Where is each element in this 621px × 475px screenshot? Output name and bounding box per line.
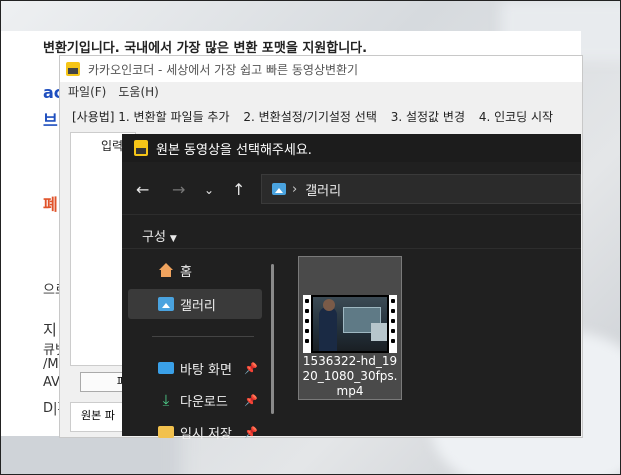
webpage-fragment: /M bbox=[43, 357, 59, 372]
input-column-header: 입력 bbox=[101, 139, 124, 153]
file-item[interactable]: 1536322-hd_19 20_1080_30fps. mp4 bbox=[298, 256, 402, 400]
up-arrow-icon[interactable]: ↑ bbox=[232, 180, 245, 199]
caret-down-icon: ▼ bbox=[169, 234, 177, 244]
home-icon bbox=[158, 263, 174, 277]
dialog-navigation-bar: ← → ⌄ ↑ › 갤러리 bbox=[122, 162, 581, 214]
menu-help[interactable]: 도움(H) bbox=[118, 83, 158, 100]
nav-item-downloads[interactable]: ⤓ 다운로드 📌 bbox=[128, 385, 262, 415]
webpage-fragment: 브 bbox=[43, 111, 58, 130]
dialog-title: 원본 동영상을 선택해주세요. bbox=[156, 142, 312, 158]
open-file-dialog: 원본 동영상을 선택해주세요. ← → ⌄ ↑ › 갤러리 구성 ▼ 홈 갤러리… bbox=[122, 134, 581, 442]
video-thumbnail bbox=[303, 295, 397, 353]
pin-icon: 📌 bbox=[244, 425, 258, 439]
app-titlebar: 카카오인코더 - 세상에서 가장 쉽고 빠른 동영상변환기 bbox=[60, 56, 582, 82]
webpage-fragment: 지 bbox=[43, 321, 57, 339]
usage-step-3: 3. 설정값 변경 bbox=[390, 110, 465, 124]
nav-item-gallery[interactable]: 갤러리 bbox=[128, 289, 262, 319]
organize-label: 구성 bbox=[142, 230, 166, 245]
folder-icon bbox=[158, 426, 174, 438]
screenshot-frame: 변환기입니다. 국내에서 가장 많은 변환 포맷을 지원합니다. ac 브 폐 … bbox=[0, 0, 621, 475]
nav-item-label: 바탕 화면 bbox=[180, 362, 232, 378]
organize-button[interactable]: 구성 ▼ bbox=[142, 226, 177, 245]
film-strip-icon bbox=[303, 295, 311, 353]
file-name-line: mp4 bbox=[336, 384, 364, 398]
usage-steps: [사용법] 1. 변환할 파일들 추가 2. 변환설정/기기설정 선택 3. 설… bbox=[60, 108, 582, 125]
navigation-scrollbar[interactable] bbox=[271, 264, 274, 414]
dialog-titlebar: 원본 동영상을 선택해주세요. bbox=[122, 134, 581, 162]
kakao-encoder-logo-icon bbox=[134, 140, 148, 156]
menu-file[interactable]: 파일(F) bbox=[68, 83, 106, 100]
nav-item-temp-save[interactable]: 임시 저장 📌 bbox=[128, 417, 262, 447]
usage-step-1: [사용법] 1. 변환할 파일들 추가 bbox=[72, 110, 230, 124]
back-arrow-icon[interactable]: ← bbox=[136, 180, 149, 199]
nav-divider bbox=[152, 336, 254, 337]
webpage-top-text: 변환기입니다. 국내에서 가장 많은 변환 포맷을 지원합니다. bbox=[43, 41, 368, 56]
download-icon: ⤓ bbox=[162, 391, 170, 409]
pin-icon: 📌 bbox=[244, 361, 258, 375]
nav-item-label: 홈 bbox=[180, 264, 192, 280]
app-title: 카카오인코더 - 세상에서 가장 쉽고 빠른 동영상변환기 bbox=[88, 62, 359, 77]
breadcrumb-chevron-icon[interactable]: › bbox=[292, 182, 297, 197]
forward-arrow-icon[interactable]: → bbox=[172, 180, 185, 199]
file-list-area: 1536322-hd_19 20_1080_30fps. mp4 bbox=[282, 249, 581, 436]
file-name-line: 20_1080_30fps. bbox=[302, 369, 398, 383]
app-menubar: 파일(F) 도움(H) bbox=[60, 82, 582, 100]
nav-item-label: 임시 저장 bbox=[180, 426, 232, 442]
recent-locations-chevron-icon[interactable]: ⌄ bbox=[204, 183, 214, 197]
usage-step-2: 2. 변환설정/기기설정 선택 bbox=[243, 110, 377, 124]
navigation-pane: 홈 갤러리 바탕 화면 📌 ⤓ 다운로드 📌 임시 저장 📌 bbox=[122, 249, 272, 442]
nav-item-home[interactable]: 홈 bbox=[128, 255, 262, 285]
gallery-icon bbox=[158, 297, 174, 311]
nav-item-label: 다운로드 bbox=[180, 394, 228, 410]
file-name: 1536322-hd_19 20_1080_30fps. mp4 bbox=[299, 354, 401, 399]
breadcrumb-gallery[interactable]: 갤러리 bbox=[305, 180, 341, 199]
kakao-encoder-logo-icon bbox=[66, 62, 80, 76]
film-strip-icon bbox=[389, 295, 397, 353]
pin-icon: 📌 bbox=[244, 393, 258, 407]
nav-item-label: 갤러리 bbox=[180, 298, 216, 314]
webpage-fragment: 폐 bbox=[43, 195, 58, 214]
nav-item-desktop[interactable]: 바탕 화면 📌 bbox=[128, 353, 262, 383]
file-name-line: 1536322-hd_19 bbox=[302, 354, 398, 368]
usage-step-4: 4. 인코딩 시작 bbox=[478, 110, 554, 124]
webpage-fragment: AV bbox=[43, 375, 60, 390]
address-bar[interactable]: › 갤러리 bbox=[261, 174, 581, 204]
gallery-icon bbox=[272, 183, 286, 195]
desktop-icon bbox=[158, 362, 174, 374]
